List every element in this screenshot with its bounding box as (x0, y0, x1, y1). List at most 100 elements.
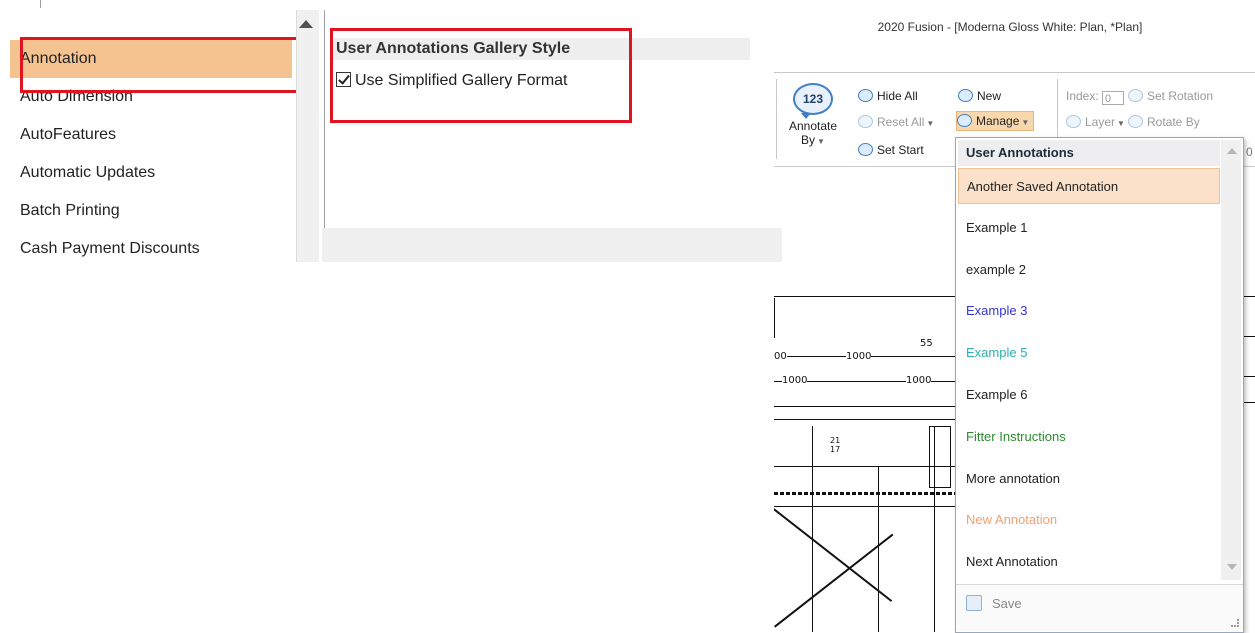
menu-item-label: example 2 (966, 261, 1026, 277)
category-label: Automatic Updates (20, 164, 156, 181)
rotate-by-icon (1128, 115, 1143, 128)
drawing-line (774, 406, 955, 407)
set-start-button[interactable]: Set Start (858, 141, 924, 159)
resize-grip-icon[interactable] (1231, 619, 1239, 627)
menu-item-annotation[interactable]: Example 6 (958, 377, 1220, 413)
category-item-automatic-updates[interactable]: Automatic Updates (10, 154, 292, 192)
set-start-label: Set Start (877, 143, 924, 157)
dimension-label: 1000 (906, 375, 932, 386)
manage-button[interactable]: Manage ▼ (956, 111, 1035, 131)
category-scrollbar[interactable] (296, 10, 319, 262)
divider (776, 79, 777, 159)
category-label: Cash Payment Discounts (20, 240, 200, 257)
reset-bubble-icon (858, 115, 873, 128)
category-item-batch-printing[interactable]: Batch Printing (10, 192, 292, 230)
dimension-label: 55 (920, 338, 933, 349)
set-rotation-label: Set Rotation (1147, 89, 1214, 103)
menu-item-annotation[interactable]: example 2 (958, 252, 1220, 288)
new-bubble-icon (958, 89, 973, 102)
save-icon (966, 595, 982, 611)
menu-item-annotation[interactable]: Example 1 (958, 210, 1220, 246)
highlight-box (20, 37, 308, 93)
layer-icon (1066, 115, 1081, 128)
annotate-by-label-2: By (801, 133, 816, 147)
index-input[interactable]: 0 (1102, 91, 1125, 105)
category-item-autofeatures[interactable]: AutoFeatures (10, 116, 292, 154)
menu-item-annotation[interactable]: Fitter Instructions (958, 419, 1220, 455)
menu-item-annotation[interactable]: Example 3 (958, 293, 1220, 329)
menu-header: User Annotations (958, 140, 1220, 166)
reset-all-label: Reset All (877, 115, 925, 129)
diagonal-line (774, 508, 893, 602)
menu-item-label: Example 5 (966, 345, 1028, 361)
menu-item-label: New Annotation (966, 512, 1058, 528)
dropdown-caret-icon: ▼ (1117, 119, 1125, 128)
diagonal-line (774, 533, 894, 628)
rotation-icon (1128, 89, 1143, 102)
dialog-footer (322, 228, 782, 262)
category-label: AutoFeatures (20, 126, 117, 143)
dimension-label: 21 (830, 436, 841, 445)
drawing-line (774, 466, 955, 467)
options-settings-pane: User Annotations Gallery Style Use Simpl… (322, 10, 782, 262)
new-button[interactable]: New (958, 87, 1001, 105)
dashed-line (774, 492, 955, 495)
menu-item-annotation[interactable]: Next Annotation (958, 544, 1220, 580)
drawing-line (774, 298, 775, 338)
menu-item-label: Example 6 (966, 387, 1028, 402)
menu-scrollbar[interactable] (1221, 140, 1241, 580)
menu-item-label: Example 3 (966, 303, 1028, 319)
menu-item-annotation[interactable]: Example 5 (958, 335, 1220, 371)
ribbon-cut-text: 0 (1246, 145, 1253, 159)
drawing-line (774, 419, 955, 420)
divider (40, 0, 41, 8)
menu-item-label: Example 1 (966, 219, 1028, 235)
menu-item-label: More annotation (966, 470, 1060, 486)
dimension-label: 1000 (782, 375, 808, 386)
rotate-by-button[interactable]: Rotate By (1128, 113, 1200, 131)
dropdown-caret-icon: ▼ (1021, 118, 1030, 127)
scroll-down-arrow-icon[interactable] (1227, 564, 1237, 570)
highlight-box (330, 28, 632, 123)
drawing-line (812, 426, 813, 632)
manage-dropdown-menu: User Annotations Another Saved Annotatio… (955, 137, 1244, 633)
menu-item-label: Next Annotation (966, 554, 1058, 570)
index-label: Index: (1066, 89, 1099, 103)
appliance-symbol (929, 426, 951, 488)
scroll-up-arrow-icon[interactable] (1227, 148, 1237, 154)
category-item-cash-payment-discounts[interactable]: Cash Payment Discounts (10, 230, 292, 268)
menu-footer: Save (956, 584, 1243, 631)
manage-icon (957, 114, 972, 127)
options-category-list: Annotation Auto Dimension AutoFeatures A… (10, 10, 308, 262)
index-field-row: Index: 0 (1066, 87, 1125, 105)
hide-all-button[interactable]: Hide All (858, 87, 918, 105)
category-label: Batch Printing (20, 202, 120, 219)
window-title: 2020 Fusion - [Moderna Gloss White: Plan… (877, 20, 1143, 34)
options-dialog: Annotation Auto Dimension AutoFeatures A… (0, 0, 782, 262)
set-start-icon (858, 143, 873, 156)
drawing-line (774, 506, 955, 507)
rotate-by-label: Rotate By (1147, 115, 1200, 129)
save-label: Save (992, 596, 1022, 611)
save-button[interactable]: Save (966, 595, 1022, 611)
set-rotation-button[interactable]: Set Rotation (1128, 87, 1213, 105)
layer-button[interactable]: Layer ▼ (1066, 113, 1125, 131)
annotation-bubble-icon: 123 (793, 83, 833, 119)
menu-item-annotation[interactable]: More annotation (958, 461, 1220, 497)
menu-item-annotation[interactable]: New Annotation (958, 502, 1220, 538)
annotate-by-label: Annotate (788, 119, 838, 133)
dimension-label: 00 (774, 351, 787, 362)
drawing-line (878, 466, 879, 632)
manage-label: Manage (976, 114, 1020, 128)
layer-label: Layer (1085, 115, 1116, 129)
annotate-by-button[interactable]: 123 Annotate By ▼ (786, 83, 840, 147)
dimension-label: 1000 (846, 351, 872, 362)
scroll-up-arrow-icon[interactable] (299, 20, 313, 28)
hide-bubble-icon (858, 89, 873, 102)
dropdown-caret-icon: ▼ (926, 119, 935, 128)
reset-all-button[interactable]: Reset All ▼ (858, 113, 934, 131)
new-label: New (977, 89, 1002, 103)
dimension-label: 17 (830, 445, 841, 454)
divider (324, 10, 325, 262)
menu-item-annotation[interactable]: Another Saved Annotation (958, 168, 1220, 204)
